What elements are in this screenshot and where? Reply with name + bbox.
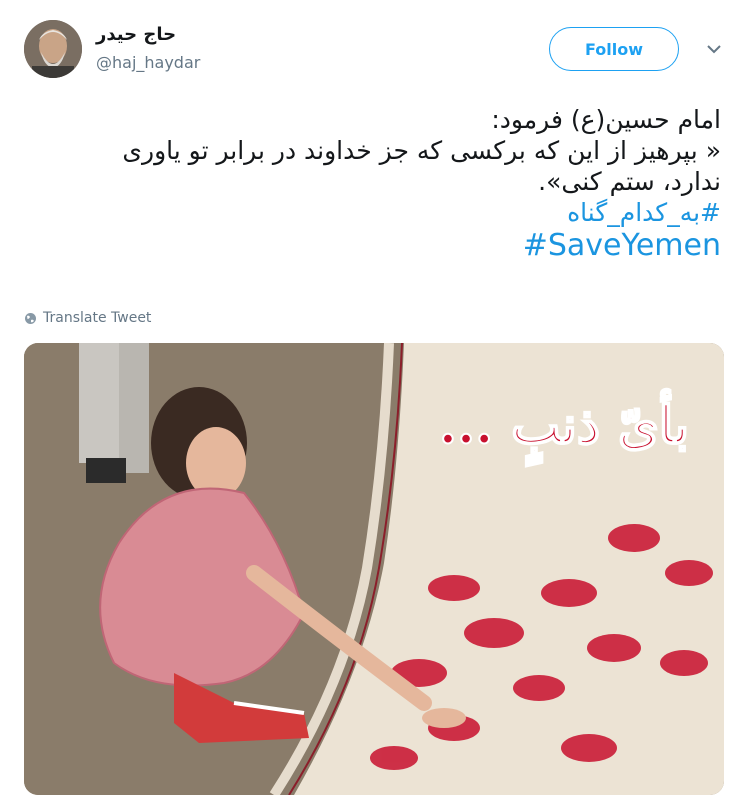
hashtag-link[interactable]: #SaveYemen <box>21 228 721 264</box>
user-handle[interactable]: @haj_haydar <box>96 53 200 72</box>
translate-label: Translate Tweet <box>43 310 152 326</box>
hashtag-link[interactable]: #به_کدام_گناه <box>21 197 721 228</box>
translate-tweet-link[interactable]: Translate Tweet <box>24 310 151 326</box>
overlay-calligraphy: بأیّ ذنبٍ ... <box>439 389 689 467</box>
tweet-line: امام حسین(ع) فرمود: <box>491 105 721 134</box>
globe-icon <box>25 312 36 324</box>
avatar-image <box>24 20 82 78</box>
avatar[interactable] <box>24 20 82 78</box>
media-illustration: بأیّ ذنبٍ ... <box>24 343 724 795</box>
chevron-down-icon[interactable] <box>703 38 725 60</box>
follow-button[interactable]: Follow <box>549 27 679 71</box>
tweet-line: ندارد، ستم کنی». <box>538 167 721 196</box>
tweet-line: « بپرهیز از این که برکسی که جز خداوند در… <box>122 136 721 165</box>
tweet-text: امام حسین(ع) فرمود: « بپرهیز از این که ب… <box>21 104 721 264</box>
display-name[interactable]: حاج حیدر <box>96 24 176 45</box>
tweet-header: حاج حیدر @haj_haydar Follow <box>0 0 753 90</box>
tweet-media-image[interactable]: بأیّ ذنبٍ ... <box>24 343 724 795</box>
